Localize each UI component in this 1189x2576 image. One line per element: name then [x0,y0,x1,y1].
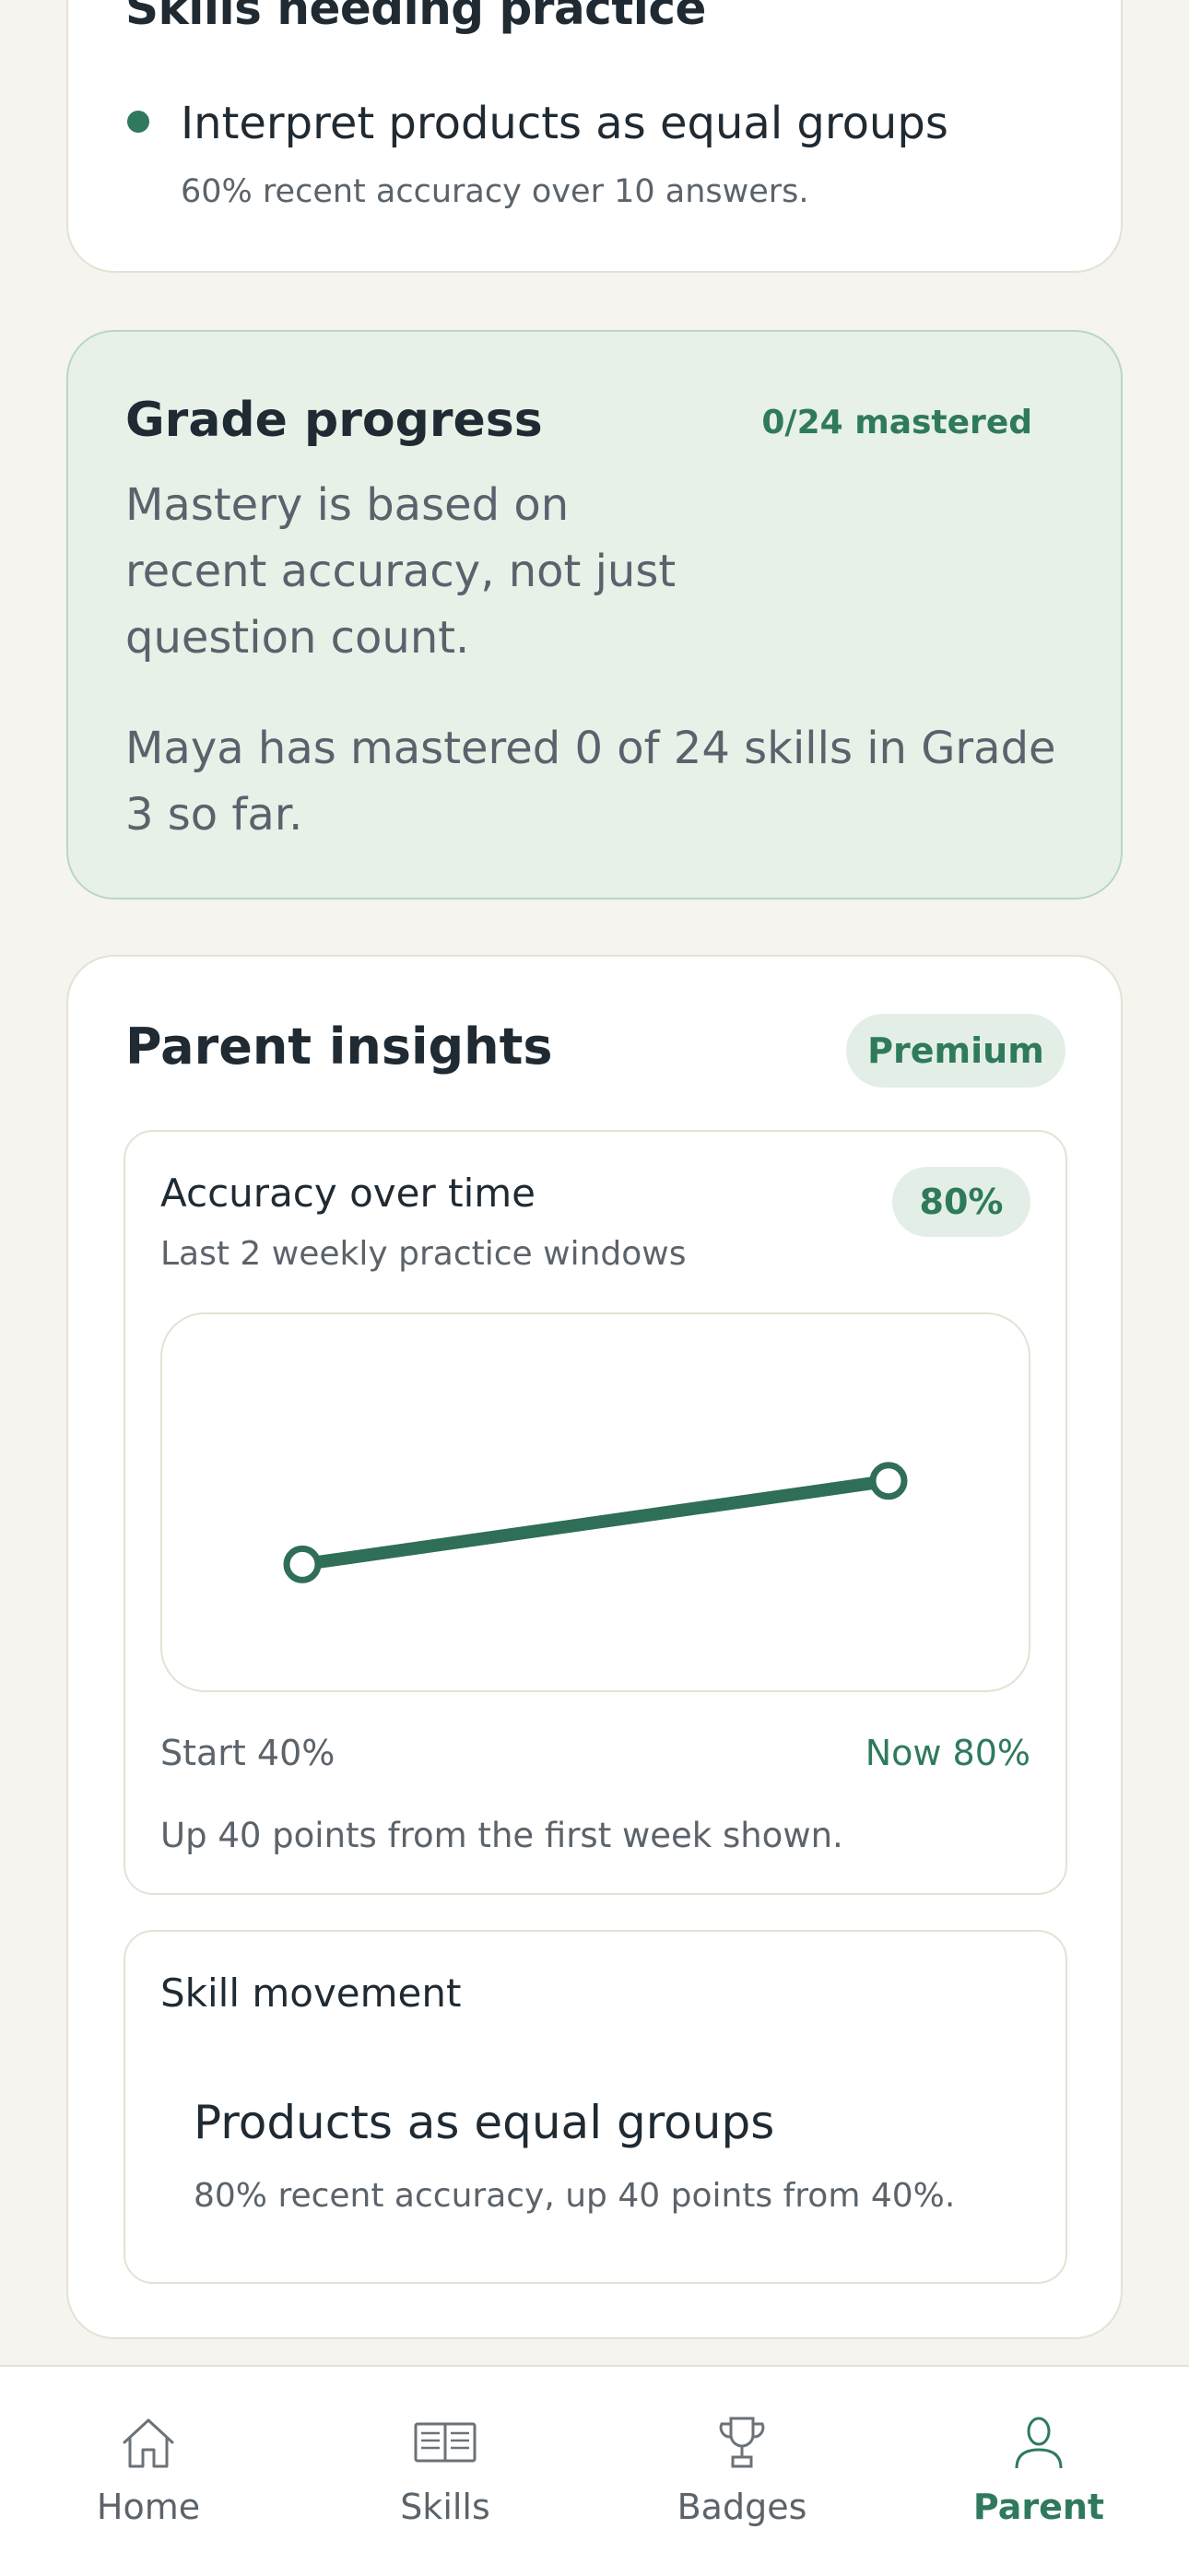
accuracy-title: Accuracy over time [160,1170,536,1216]
practice-skill-detail: 60% recent accuracy over 10 answers. [181,173,809,210]
accuracy-line-chart [283,1462,908,1583]
nav-parent[interactable]: Parent [890,2367,1187,2576]
bottom-navigation: Home Skills Badges Parent [0,2365,1189,2576]
accuracy-chart [160,1312,1030,1692]
nav-home[interactable]: Home [0,2367,297,2576]
skills-needing-practice-card: Skills needing practice Interpret produc… [66,0,1123,273]
premium-badge: Premium [846,1014,1065,1088]
grade-progress-card: Grade progress 0/24 mastered Mastery is … [66,330,1123,900]
grade-progress-title: Grade progress [125,393,543,448]
accuracy-start-label: Start 40% [160,1733,336,1773]
nav-skills[interactable]: Skills [297,2367,594,2576]
nav-badges[interactable]: Badges [594,2367,890,2576]
trophy-icon [719,2417,765,2468]
skill-movement-title: Skill movement [160,1970,462,2016]
nav-skills-label: Skills [400,2487,490,2527]
mastery-summary: Maya has mastered 0 of 24 skills in Grad… [125,723,1056,841]
nav-parent-label: Parent [972,2487,1105,2527]
accuracy-series-line [296,1474,895,1571]
nav-badges-label: Badges [677,2487,807,2527]
practice-skill-name[interactable]: Interpret products as equal groups [181,98,948,149]
home-icon [123,2418,174,2468]
accuracy-point-2 [869,1462,908,1500]
accuracy-badge: 80% [892,1167,1030,1237]
nav-home-label: Home [96,2487,201,2527]
bullet-dot [127,111,149,133]
parent-dashboard: Skills needing practice Interpret produc… [0,0,1189,2576]
movement-skill-name[interactable]: Products as equal groups [194,2096,774,2149]
accuracy-point-1 [283,1545,322,1583]
accuracy-note: Up 40 points from the first week shown. [160,1816,843,1855]
skill-movement-panel: Skill movement Products as equal groups … [124,1930,1067,2284]
parent-insights-card: Parent insights Premium Accuracy over ti… [66,955,1123,2339]
practice-title: Skills needing practice [125,0,706,35]
movement-skill-detail: 80% recent accuracy, up 40 points from 4… [194,2177,956,2215]
mastered-count-badge: 0/24 mastered [761,404,1032,441]
person-icon [1015,2417,1063,2469]
book-icon [414,2422,477,2463]
parent-insights-title: Parent insights [125,1017,553,1076]
accuracy-subtitle: Last 2 weekly practice windows [160,1235,687,1273]
accuracy-over-time-panel: Accuracy over time Last 2 weekly practic… [124,1130,1067,1895]
mastery-description: Mastery is based on recent accuracy, not… [125,479,677,664]
accuracy-now-label: Now 80% [865,1733,1030,1773]
